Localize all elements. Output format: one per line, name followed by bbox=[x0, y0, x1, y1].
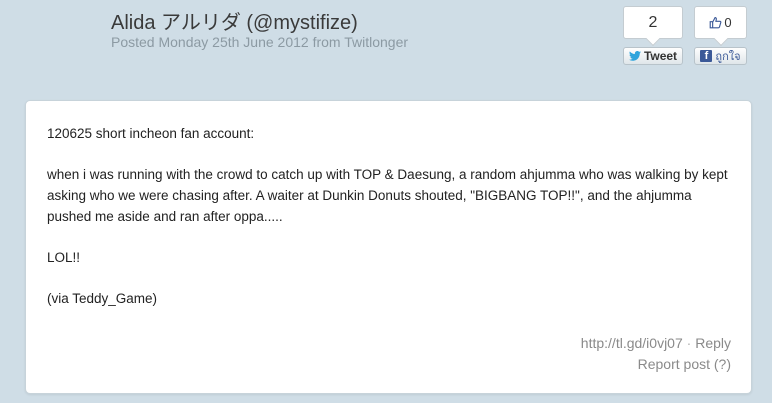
facebook-like-label: ถูกใจ bbox=[715, 51, 741, 63]
post-paragraph: (via Teddy_Game) bbox=[47, 291, 158, 306]
tweet-count-box: 2 bbox=[623, 6, 683, 39]
twitter-share: 2 Tweet bbox=[623, 6, 683, 65]
post-meta: Posted Monday 25th June 2012 from Twitlo… bbox=[111, 34, 409, 50]
post-footer-links: http://tl.gd/i0vj07 · Reply Report post … bbox=[581, 333, 731, 375]
post-paragraph: LOL!! bbox=[47, 250, 81, 265]
tweet-label: Tweet bbox=[643, 49, 678, 63]
like-count-wrapper: 0 bbox=[709, 15, 732, 30]
facebook-like-button[interactable]: f ถูกใจ bbox=[694, 47, 747, 65]
facebook-share: 0 f ถูกใจ bbox=[694, 6, 747, 65]
post-card: 120625 short incheon fan account: when i… bbox=[25, 100, 752, 394]
like-count-box: 0 bbox=[694, 6, 747, 39]
author-name: Alida アルリダ (@mystifize) bbox=[111, 12, 358, 34]
like-count: 0 bbox=[724, 15, 732, 30]
link-row: http://tl.gd/i0vj07 · Reply bbox=[581, 333, 731, 354]
report-post-link[interactable]: Report post (?) bbox=[581, 354, 731, 375]
facebook-icon: f bbox=[700, 50, 713, 62]
thumbs-up-icon bbox=[710, 17, 722, 29]
twitter-bird-icon bbox=[628, 51, 641, 61]
post-paragraph: 120625 short incheon fan account: bbox=[47, 126, 255, 141]
post-header: Alida アルリダ (@mystifize) Posted Monday 25… bbox=[0, 0, 772, 100]
tweet-count: 2 bbox=[648, 13, 658, 31]
short-link[interactable]: http://tl.gd/i0vj07 bbox=[581, 335, 683, 351]
reply-link[interactable]: Reply bbox=[695, 335, 731, 351]
post-body: 120625 short incheon fan account: when i… bbox=[47, 123, 737, 329]
post-paragraph: when i was running with the crowd to cat… bbox=[47, 167, 728, 224]
tweet-button[interactable]: Tweet bbox=[623, 47, 683, 65]
link-separator: · bbox=[686, 335, 692, 351]
